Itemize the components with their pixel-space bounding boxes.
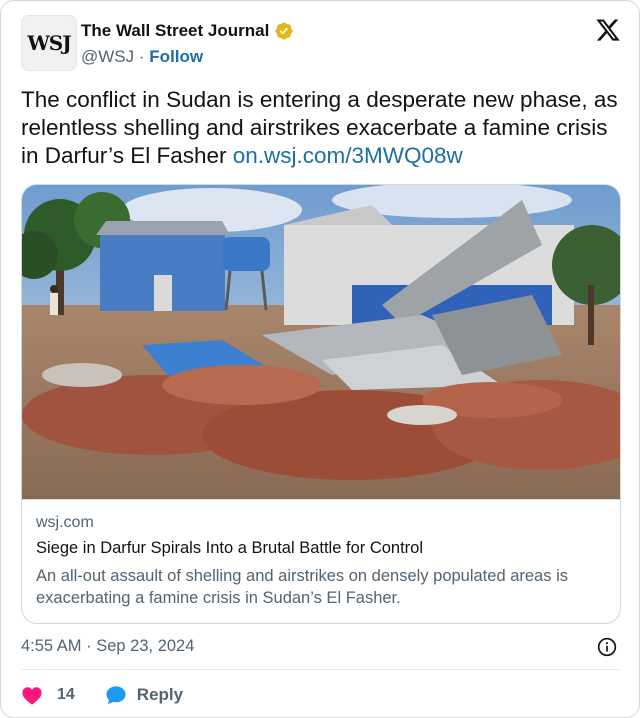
author-name[interactable]: The Wall Street Journal <box>81 21 269 41</box>
author-name-row: The Wall Street Journal <box>81 21 294 41</box>
avatar[interactable]: WSJ <box>21 15 77 71</box>
tweet-link[interactable]: on.wsj.com/3MWQ08w <box>233 143 463 168</box>
article-image[interactable] <box>22 185 620 499</box>
tweet-actions: 14 Reply <box>21 683 183 707</box>
link-preview-card[interactable]: wsj.com Siege in Darfur Spirals Into a B… <box>21 184 621 624</box>
info-icon[interactable] <box>597 637 617 657</box>
x-logo-icon[interactable] <box>595 17 621 43</box>
tweet-timestamp[interactable]: 4:55 AM · Sep 23, 2024 <box>21 637 194 656</box>
tweet-time: 4:55 AM <box>21 637 82 655</box>
reply-bubble-icon <box>106 686 126 705</box>
reply-label: Reply <box>136 685 184 704</box>
link-description: An all-out assault of shelling and airst… <box>36 567 568 607</box>
timestamp-separator: · <box>86 637 92 655</box>
like-count[interactable]: 14 <box>57 686 75 704</box>
link-domain: wsj.com <box>36 514 94 531</box>
tweet-body: The conflict in Sudan is entering a desp… <box>21 86 621 170</box>
link-title[interactable]: Siege in Darfur Spirals Into a Brutal Ba… <box>36 539 608 558</box>
tweet-header: WSJ The Wall Street Journal @WSJ · Follo… <box>21 15 621 73</box>
tweet-card: WSJ The Wall Street Journal @WSJ · Follo… <box>0 0 640 718</box>
handle-row: @WSJ · Follow <box>81 47 203 67</box>
author-handle[interactable]: @WSJ <box>81 47 134 66</box>
heart-icon[interactable] <box>21 685 43 705</box>
verified-badge-icon <box>275 22 293 40</box>
reply-button[interactable]: Reply <box>105 685 183 705</box>
link-preview-meta: wsj.com Siege in Darfur Spirals Into a B… <box>22 499 620 623</box>
article-photo <box>22 185 620 499</box>
follow-button[interactable]: Follow <box>149 47 203 66</box>
divider <box>21 669 621 670</box>
tweet-date: Sep 23, 2024 <box>96 637 195 655</box>
avatar-logo-text: WSJ <box>27 31 71 55</box>
handle-separator: · <box>138 47 145 66</box>
